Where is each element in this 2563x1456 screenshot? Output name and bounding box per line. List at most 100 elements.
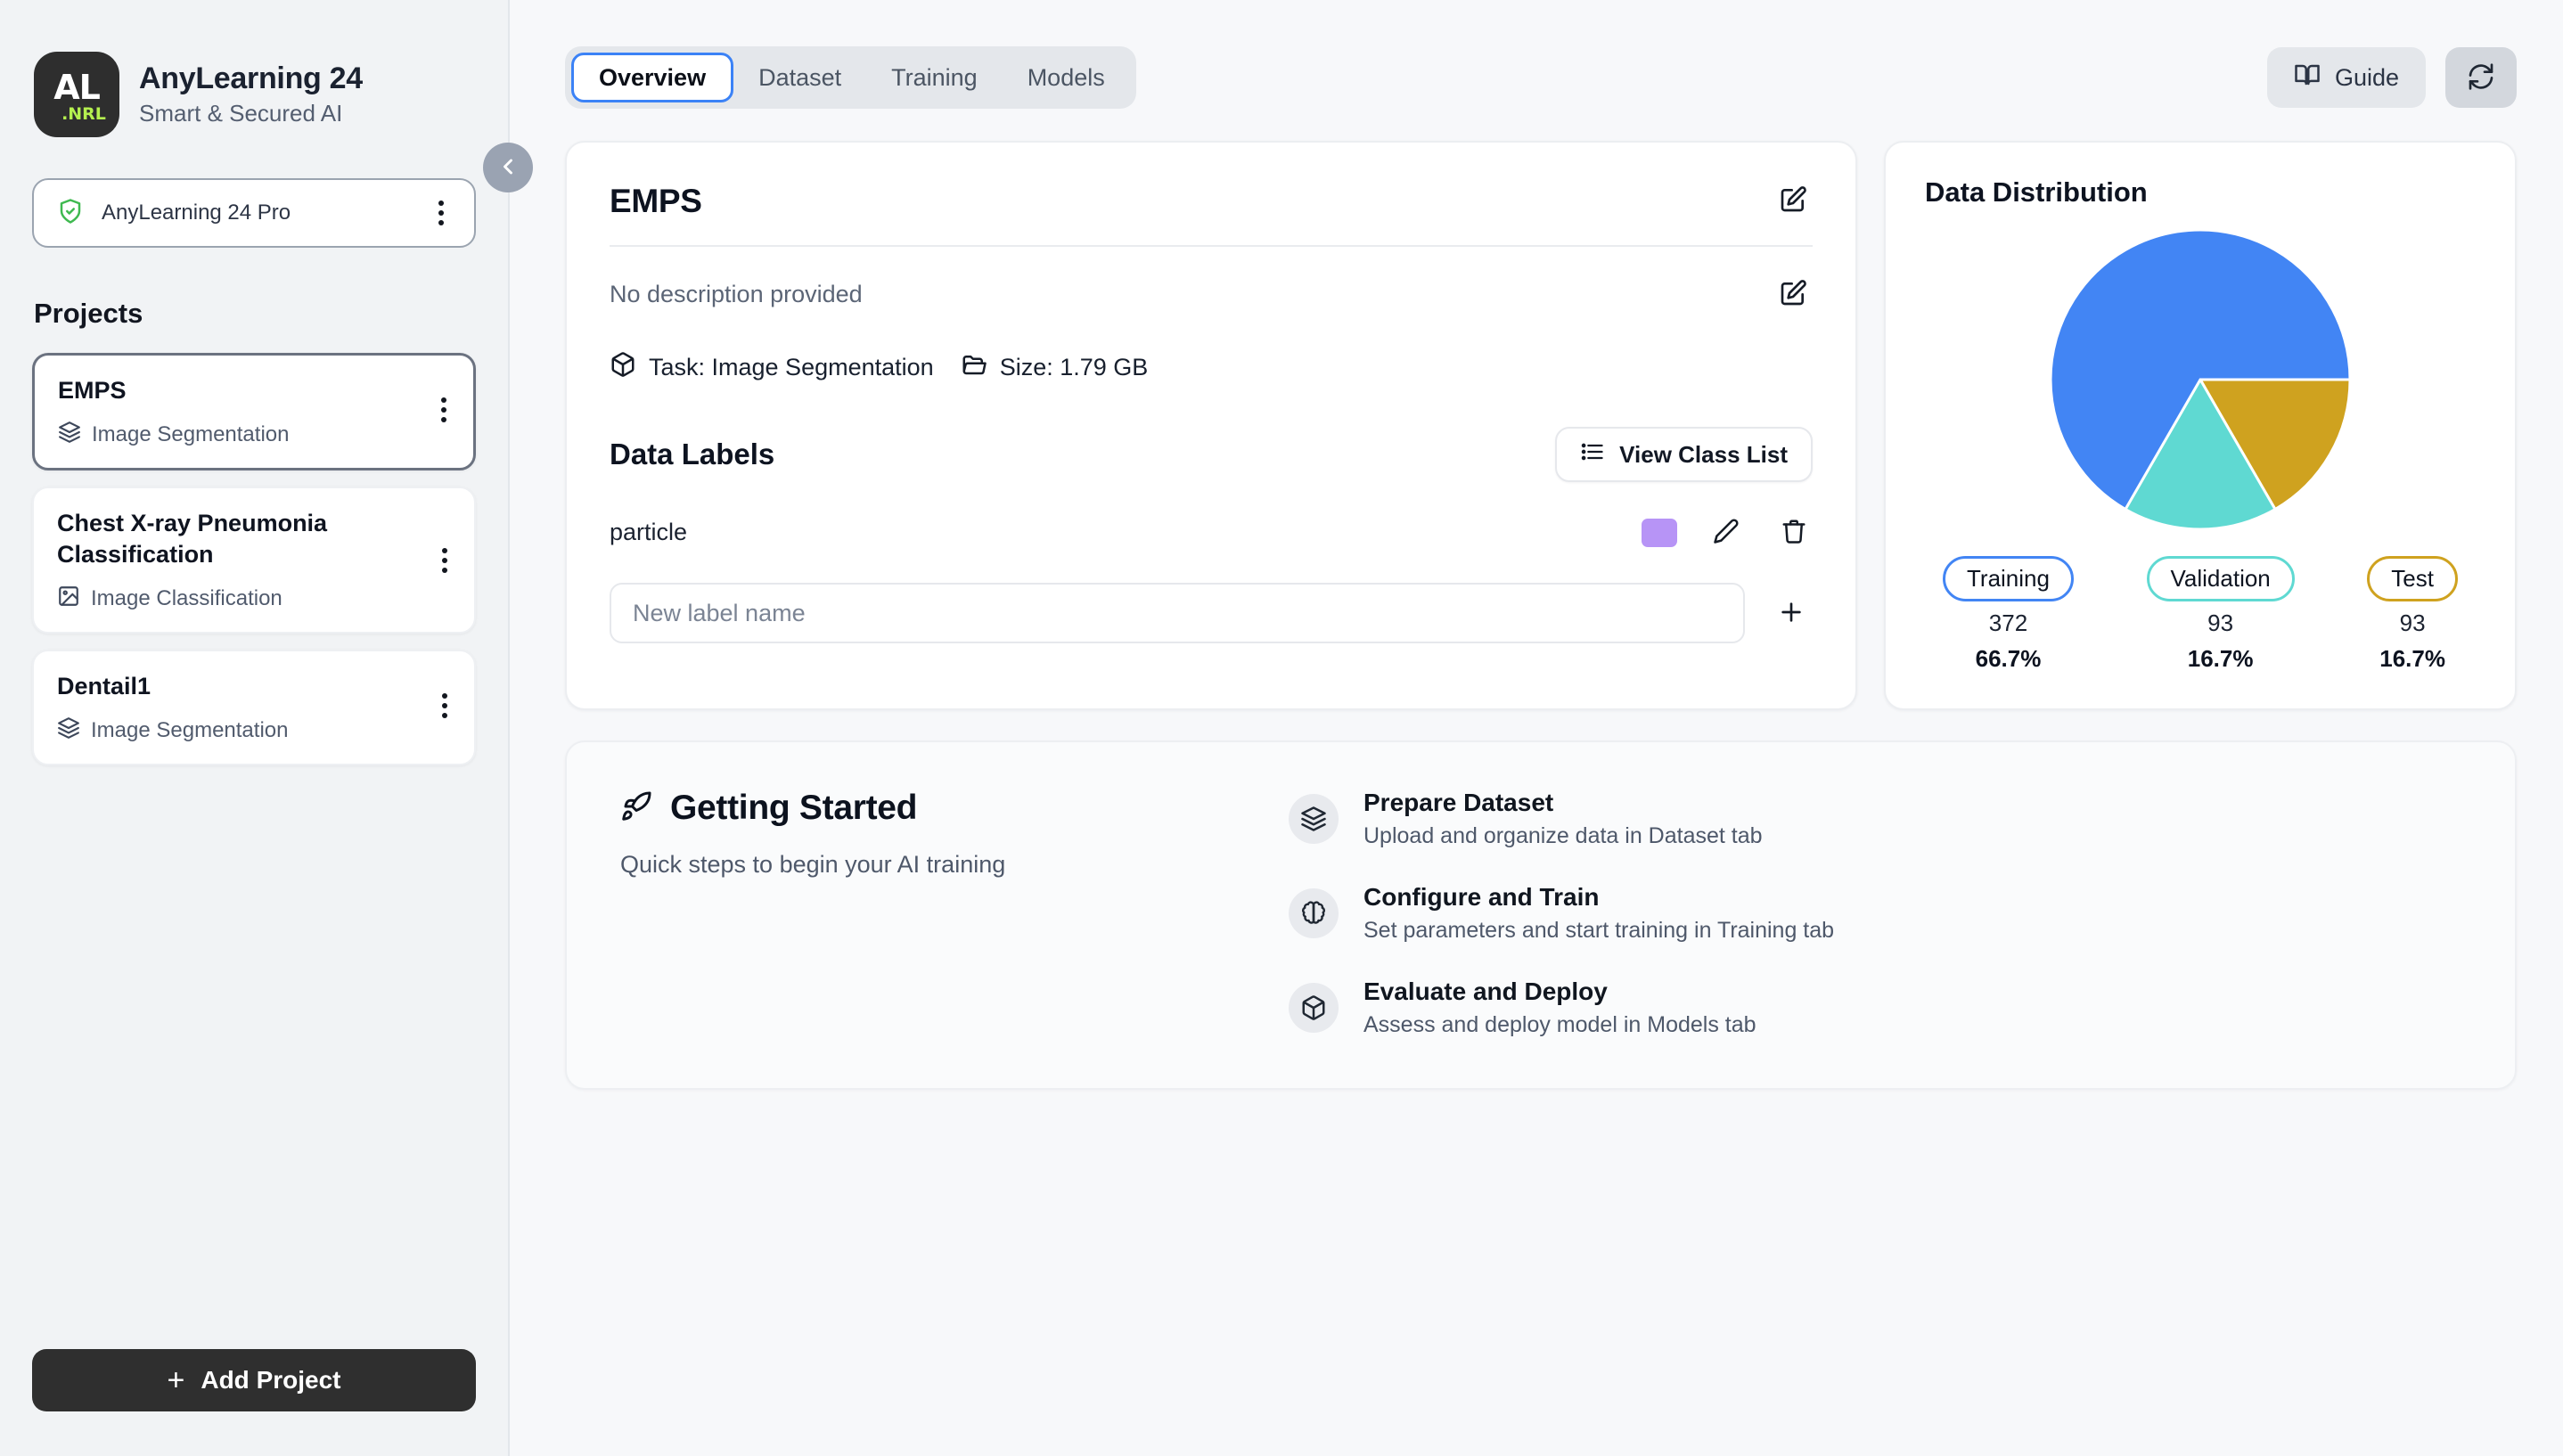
getting-started-title-row: Getting Started [620, 789, 1235, 828]
add-project-button[interactable]: + Add Project [32, 1349, 476, 1411]
step-prepare-dataset[interactable]: Prepare Dataset Upload and organize data… [1289, 789, 2461, 849]
view-class-list-button[interactable]: View Class List [1555, 427, 1813, 482]
logo-text-nrl: .NRL [61, 106, 106, 123]
step-title: Prepare Dataset [1363, 789, 1763, 817]
edit-title-button[interactable] [1773, 180, 1813, 222]
label-actions [1642, 512, 1813, 552]
projects-heading: Projects [34, 298, 476, 330]
sidebar: AL .NRL AnyLearning 24 Smart & Secured A… [0, 0, 510, 1456]
edit-label-button[interactable] [1707, 512, 1745, 552]
project-card-top: EMPS [58, 375, 450, 406]
size-label: Size: 1.79 GB [1000, 354, 1149, 381]
overview-row: EMPS No description provided [565, 141, 2517, 710]
legend-label-test: Test [2367, 556, 2458, 601]
new-label-input[interactable] [610, 583, 1745, 643]
project-card-top: Chest X-ray Pneumonia Classification [57, 508, 451, 570]
label-name: particle [610, 519, 1642, 546]
tab-models[interactable]: Models [1003, 53, 1130, 102]
brand-header: AL .NRL AnyLearning 24 Smart & Secured A… [32, 0, 476, 137]
project-meta: Image Segmentation [58, 421, 450, 448]
pie-legend: Training 372 66.7% Validation 93 16.7% T… [1925, 556, 2476, 673]
delete-label-button[interactable] [1775, 512, 1813, 552]
project-meta: Image Segmentation [57, 716, 451, 744]
project-menu-button[interactable] [435, 544, 454, 577]
refresh-button[interactable] [2445, 47, 2517, 108]
guide-button[interactable]: Guide [2267, 47, 2426, 108]
task-label: Task: Image Segmentation [649, 354, 934, 381]
folder-icon [961, 351, 987, 384]
tab-training[interactable]: Training [866, 53, 1003, 102]
step-title: Evaluate and Deploy [1363, 977, 1756, 1006]
edit-description-button[interactable] [1773, 274, 1813, 315]
step-desc: Assess and deploy model in Models tab [1363, 1012, 1756, 1038]
step-configure-and-train[interactable]: Configure and Train Set parameters and s… [1289, 883, 2461, 944]
plan-card[interactable]: AnyLearning 24 Pro [32, 178, 476, 248]
cube-icon [1289, 983, 1339, 1033]
step-evaluate-and-deploy[interactable]: Evaluate and Deploy Assess and deploy mo… [1289, 977, 2461, 1038]
legend-item-training: Training 372 66.7% [1943, 556, 2074, 673]
project-description: No description provided [610, 281, 863, 308]
label-color-swatch[interactable] [1642, 519, 1677, 547]
data-distribution-card: Data Distribution Training 372 66.7% Val… [1884, 141, 2517, 710]
main-content: Overview Dataset Training Models Guide [510, 0, 2563, 1456]
project-card-emps[interactable]: EMPS Image Segmentation [32, 353, 476, 470]
project-name: EMPS [58, 375, 450, 406]
pie-chart-svg [2049, 228, 2352, 531]
getting-started-subtitle: Quick steps to begin your AI training [620, 851, 1235, 879]
topbar: Overview Dataset Training Models Guide [565, 46, 2517, 109]
legend-count-training: 372 [1989, 609, 2027, 637]
project-name: Chest X-ray Pneumonia Classification [57, 508, 414, 570]
step-desc: Upload and organize data in Dataset tab [1363, 823, 1763, 849]
project-task: Image Segmentation [92, 422, 289, 447]
description-row: No description provided [610, 247, 1813, 315]
app-title: AnyLearning 24 [139, 61, 363, 96]
project-menu-button[interactable] [434, 393, 454, 427]
page-title: EMPS [610, 183, 702, 220]
edit-square-icon [1779, 279, 1807, 310]
tab-bar: Overview Dataset Training Models [565, 46, 1136, 109]
project-meta-row: Task: Image Segmentation Size: 1.79 GB [610, 351, 1813, 384]
legend-percent-test: 16.7% [2379, 645, 2445, 673]
tab-dataset[interactable]: Dataset [733, 53, 866, 102]
plus-icon [1777, 616, 1806, 629]
list-icon [1580, 439, 1605, 470]
add-label-button[interactable] [1770, 591, 1813, 636]
legend-item-validation: Validation 93 16.7% [2147, 556, 2295, 673]
cube-icon [610, 351, 636, 384]
plan-menu-button[interactable] [431, 196, 451, 230]
size-meta: Size: 1.79 GB [961, 351, 1149, 384]
step-text: Prepare Dataset Upload and organize data… [1363, 789, 1763, 849]
task-meta: Task: Image Segmentation [610, 351, 934, 384]
legend-label-validation: Validation [2147, 556, 2295, 601]
getting-started-title: Getting Started [670, 789, 917, 828]
pie-chart [1925, 228, 2476, 531]
project-card-chest-xray[interactable]: Chest X-ray Pneumonia Classification Ima… [32, 487, 476, 634]
top-actions: Guide [2267, 47, 2517, 108]
guide-label: Guide [2335, 64, 2399, 92]
layers-icon [1289, 794, 1339, 844]
rocket-icon [620, 790, 652, 827]
project-meta: Image Classification [57, 585, 451, 612]
step-text: Evaluate and Deploy Assess and deploy mo… [1363, 977, 1756, 1038]
chevron-left-icon [495, 154, 520, 182]
pencil-icon [1713, 518, 1740, 547]
step-title: Configure and Train [1363, 883, 1834, 912]
getting-started-left: Getting Started Quick steps to begin you… [620, 789, 1235, 1038]
data-labels-header: Data Labels View Class List [610, 427, 1813, 482]
legend-percent-training: 66.7% [1976, 645, 2042, 673]
project-card-dentail1[interactable]: Dentail1 Image Segmentation [32, 650, 476, 765]
tab-overview[interactable]: Overview [571, 53, 733, 102]
label-row-particle: particle [610, 512, 1813, 552]
brain-icon [1289, 888, 1339, 938]
project-menu-button[interactable] [435, 689, 454, 723]
legend-count-test: 93 [2400, 609, 2426, 637]
getting-started-card: Getting Started Quick steps to begin you… [565, 740, 2517, 1090]
sidebar-collapse-button[interactable] [483, 143, 533, 192]
app-root: AL .NRL AnyLearning 24 Smart & Secured A… [0, 0, 2563, 1456]
projects-list: EMPS Image Segmentation Chest X-ray Pneu… [32, 353, 476, 765]
legend-label-training: Training [1943, 556, 2074, 601]
layers-icon [58, 421, 81, 448]
project-name: Dentail1 [57, 671, 451, 702]
data-labels-heading: Data Labels [610, 438, 774, 471]
legend-percent-validation: 16.7% [2188, 645, 2254, 673]
